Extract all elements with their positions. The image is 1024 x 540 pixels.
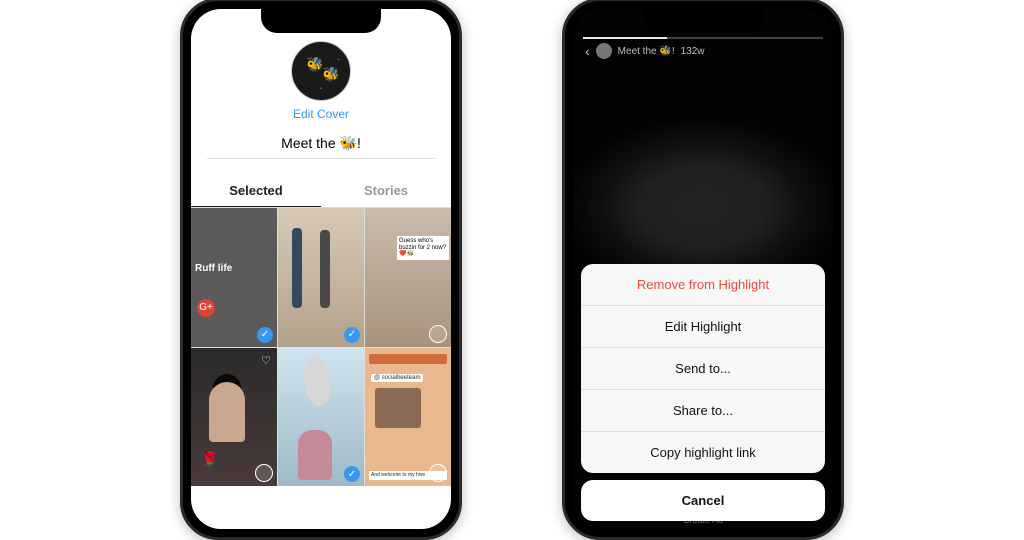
action-edit-highlight[interactable]: Edit Highlight [581,305,825,347]
story-age: 132w [681,46,705,57]
heart-icon: ♡ [261,354,271,367]
selection-check-icon[interactable]: ✓ [344,327,360,343]
phone-notch [261,9,381,33]
selection-check-icon[interactable] [255,464,273,482]
bee-icon: 🐝 [322,66,339,83]
phone-edit-highlight: 🐝 🐝 Edit Cover Meet the 🐝! Selected Stor… [180,0,462,540]
selection-check-icon[interactable]: ✓ [344,466,360,482]
tab-stories[interactable]: Stories [321,175,451,207]
highlight-title-input[interactable]: Meet the 🐝! [207,135,435,159]
selection-check-icon[interactable]: ✓ [257,327,273,343]
gplus-icon: G+ [197,299,215,317]
bee-icon: 🐝 [306,56,323,73]
back-chevron-icon[interactable]: ‹ [585,43,590,59]
thumb-caption: Ruff life [195,263,273,274]
action-remove-from-highlight[interactable]: Remove from Highlight [581,264,825,305]
thumb-handle: @ socialbeeteam [371,374,423,382]
story-thumb[interactable]: ♡ 🌹 [191,348,277,487]
story-header: ‹ Meet the 🐝! 132w [585,43,821,59]
action-sheet: Remove from Highlight Edit Highlight Sen… [581,264,825,521]
edit-highlight-screen: 🐝 🐝 Edit Cover Meet the 🐝! Selected Stor… [191,9,451,529]
avatar[interactable] [596,43,612,59]
phone-notch [643,9,763,33]
story-actions-screen: ‹ Meet the 🐝! 132w Create Ad Remove from… [573,9,833,529]
edit-cover-link[interactable]: Edit Cover [191,107,451,121]
story-title: Meet the 🐝! [618,46,675,57]
story-thumb[interactable]: ✓ [278,348,364,487]
action-copy-link[interactable]: Copy highlight link [581,431,825,473]
action-cancel[interactable]: Cancel [581,480,825,521]
phone-story-actions: ‹ Meet the 🐝! 132w Create Ad Remove from… [562,0,844,540]
stories-grid: Ruff life G+ ✓ ✓ Guess who's buzzin for … [191,208,451,486]
thumb-caption: Guess who's buzzin for 2 now? ❤️🐝 [397,236,449,260]
story-thumb[interactable]: Ruff life G+ ✓ [191,208,277,347]
story-thumb[interactable]: ✓ [278,208,364,347]
story-source-tabs: Selected Stories [191,175,451,208]
selection-check-icon[interactable] [429,325,447,343]
story-progress-bar [583,37,823,39]
story-thumb[interactable]: Guess who's buzzin for 2 now? ❤️🐝 [365,208,451,347]
roses-icon: 🌹 [201,451,218,468]
tab-selected[interactable]: Selected [191,175,321,207]
highlight-cover[interactable]: 🐝 🐝 [291,41,351,101]
action-send-to[interactable]: Send to... [581,347,825,389]
action-share-to[interactable]: Share to... [581,389,825,431]
story-thumb[interactable]: @ socialbeeteam And welcome to my hive [365,348,451,487]
